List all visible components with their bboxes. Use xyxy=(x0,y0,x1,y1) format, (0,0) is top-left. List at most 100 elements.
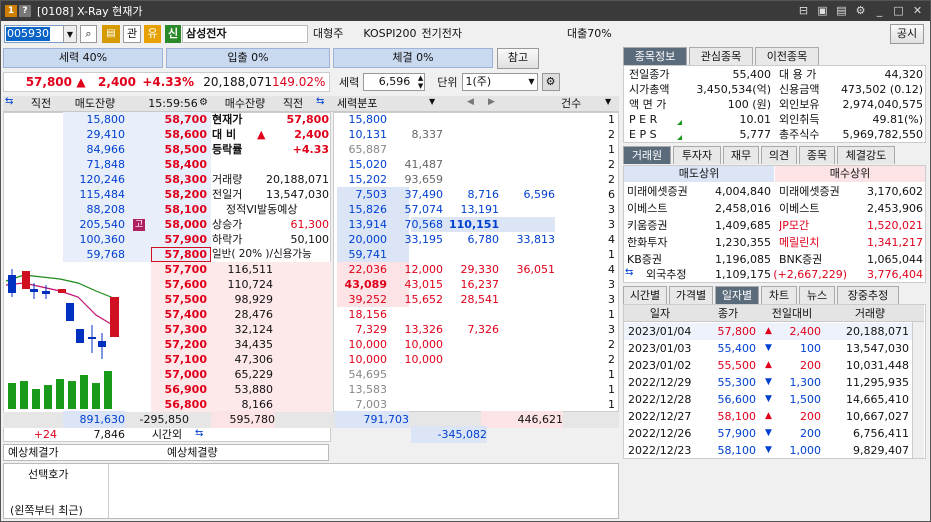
info-value: 2,400 xyxy=(294,128,329,141)
daily-scrollbar[interactable] xyxy=(912,322,924,458)
ask-price[interactable]: 58,400 xyxy=(151,157,207,172)
daily-date[interactable]: 2022/12/27 xyxy=(628,408,698,425)
tab-broker-0[interactable]: 거래원 xyxy=(623,146,671,164)
foreign-diff: (+2,667,229) xyxy=(773,268,847,281)
dist-c2 xyxy=(393,367,443,382)
broker-buy-name[interactable]: 이베스트 xyxy=(779,200,859,217)
category-badge-1[interactable]: 관 xyxy=(123,25,141,43)
daily-date[interactable]: 2022/12/23 xyxy=(628,442,698,459)
swap-icon[interactable]: ⇆ xyxy=(5,96,17,110)
dist-c2: 37,490 xyxy=(404,188,444,201)
tab-history-1[interactable]: 가격별 xyxy=(669,286,713,304)
daily-date[interactable]: 2023/01/04 xyxy=(628,323,698,340)
minimize-icon[interactable]: _ xyxy=(873,4,886,17)
bid-price[interactable]: 57,000 xyxy=(151,367,207,382)
bid-price[interactable]: 57,600 xyxy=(151,277,207,292)
category-badge-2[interactable]: 유 xyxy=(144,25,161,43)
print-icon[interactable]: ▤ xyxy=(835,4,848,17)
broker-buy-name[interactable]: 메릴린치 xyxy=(779,234,859,251)
ask-price[interactable]: 58,200 xyxy=(151,187,207,202)
code-dropdown-icon[interactable]: ▼ xyxy=(63,25,77,43)
ask-price[interactable]: 58,600 xyxy=(151,127,207,142)
daily-date[interactable]: 2022/12/29 xyxy=(628,374,698,391)
tab-broker-1[interactable]: 투자자 xyxy=(673,146,721,164)
broker-buy-name[interactable]: 미래에셋증권 xyxy=(779,183,859,200)
bid-price[interactable]: 56,800 xyxy=(151,397,207,412)
next-arrow-icon[interactable]: ▶ xyxy=(488,97,495,107)
stepper-arrows-icon[interactable]: ▲ ▼ xyxy=(418,74,423,90)
ask-price[interactable]: 58,700 xyxy=(151,112,207,127)
ask-price[interactable]: 58,500 xyxy=(151,142,207,157)
info-value-2: 2,974,040,575 xyxy=(842,98,923,111)
bid-price[interactable]: 57,700 xyxy=(151,262,207,277)
bid-price[interactable]: 57,200 xyxy=(151,337,207,352)
broker-sell-name[interactable]: 이베스트 xyxy=(627,200,707,217)
dist-c4 xyxy=(505,352,555,367)
after-hours-swap-icon[interactable]: ⇆ xyxy=(195,428,203,439)
tab-broker-3[interactable]: 의견 xyxy=(761,146,797,164)
foreign-swap-icon[interactable]: ⇆ xyxy=(625,267,633,278)
daily-date[interactable]: 2022/12/26 xyxy=(628,425,698,442)
col-prev-2: 직전 xyxy=(282,97,304,110)
search-icon[interactable]: ⌕ xyxy=(80,25,97,43)
disclosure-button[interactable]: 공시 xyxy=(890,24,924,44)
unit-label: 단위 xyxy=(437,76,458,89)
dist-c3 xyxy=(449,337,499,352)
folder-icon[interactable]: ▤ xyxy=(102,25,120,43)
gear-icon[interactable]: ⚙ xyxy=(541,73,560,91)
prev-arrow-icon[interactable]: ◀ xyxy=(467,97,474,107)
high-mark-badge: 고 xyxy=(133,219,145,231)
seryeok-stepper[interactable]: 6,596 ▲ ▼ xyxy=(363,73,426,91)
broker-sell-volume: 4,004,840 xyxy=(715,185,771,198)
swap-icon-2[interactable]: ⇆ xyxy=(316,96,324,107)
daily-date[interactable]: 2023/01/03 xyxy=(628,340,698,357)
bid-price[interactable]: 57,500 xyxy=(151,292,207,307)
ask-price[interactable]: 58,300 xyxy=(151,172,207,187)
clock-gear-icon[interactable]: ⚙ xyxy=(199,97,208,108)
broker-buy-name[interactable]: JP모간 xyxy=(779,217,859,234)
info-value: 5,777 xyxy=(739,128,772,141)
dist-c4 xyxy=(505,172,555,187)
stock-code-input[interactable]: 005930 xyxy=(4,25,64,43)
tab-info-2[interactable]: 이전종목 xyxy=(755,47,819,65)
broker-sell-name[interactable]: 한화투자 xyxy=(627,234,707,251)
tab-info-1[interactable]: 관심종목 xyxy=(689,47,753,65)
ask-price[interactable]: 58,000 xyxy=(151,217,207,232)
tab-history-5[interactable]: 장중추정 xyxy=(837,286,899,304)
tab-info-0[interactable]: 종목정보 xyxy=(623,47,687,65)
tab-broker-2[interactable]: 재무 xyxy=(723,146,759,164)
dist-count: 2 xyxy=(608,353,615,366)
bid-price[interactable]: 57,100 xyxy=(151,352,207,367)
tab-history-3[interactable]: 차트 xyxy=(761,286,797,304)
ask-price[interactable]: 57,900 xyxy=(151,232,207,247)
daily-date[interactable]: 2022/12/28 xyxy=(628,391,698,408)
unit-select[interactable]: 1(주) ▼ xyxy=(461,73,538,91)
close-icon[interactable]: ✕ xyxy=(911,4,924,17)
broker-sell-name[interactable]: 미래에셋증권 xyxy=(627,183,707,200)
count-dropdown-icon[interactable]: ▼ xyxy=(605,97,611,106)
reference-button[interactable]: 참고 xyxy=(497,48,539,69)
maximize-icon[interactable]: □ xyxy=(892,4,905,17)
daily-date[interactable]: 2023/01/02 xyxy=(628,357,698,374)
settings-icon[interactable]: ⚙ xyxy=(854,4,867,17)
ask-price[interactable]: 58,100 xyxy=(151,202,207,217)
daily-change: 1,500 xyxy=(789,393,822,406)
col-volume: 거래량 xyxy=(854,307,886,320)
tab-history-4[interactable]: 뉴스 xyxy=(799,286,835,304)
stock-index: KOSPI200 xyxy=(363,27,417,40)
help-icon[interactable]: ? xyxy=(19,5,31,17)
tab-broker-5[interactable]: 체결강도 xyxy=(837,146,895,164)
ask-remaining: 120,246 xyxy=(79,173,126,186)
dist-c2 xyxy=(393,382,443,397)
tab-broker-4[interactable]: 종목 xyxy=(799,146,835,164)
layout-icon[interactable]: ▣ xyxy=(816,4,829,17)
tab-history-2[interactable]: 일자별 xyxy=(715,286,759,304)
bid-price[interactable]: 57,400 xyxy=(151,307,207,322)
dist-dropdown-icon[interactable]: ▼ xyxy=(429,97,435,106)
tab-history-0[interactable]: 시간별 xyxy=(623,286,667,304)
dist-c2: 70,568 xyxy=(404,218,444,231)
pin-icon[interactable]: ⊟ xyxy=(797,4,810,17)
bid-price[interactable]: 57,300 xyxy=(151,322,207,337)
broker-sell-name[interactable]: 키움증권 xyxy=(627,217,707,234)
bid-price[interactable]: 56,900 xyxy=(151,382,207,397)
